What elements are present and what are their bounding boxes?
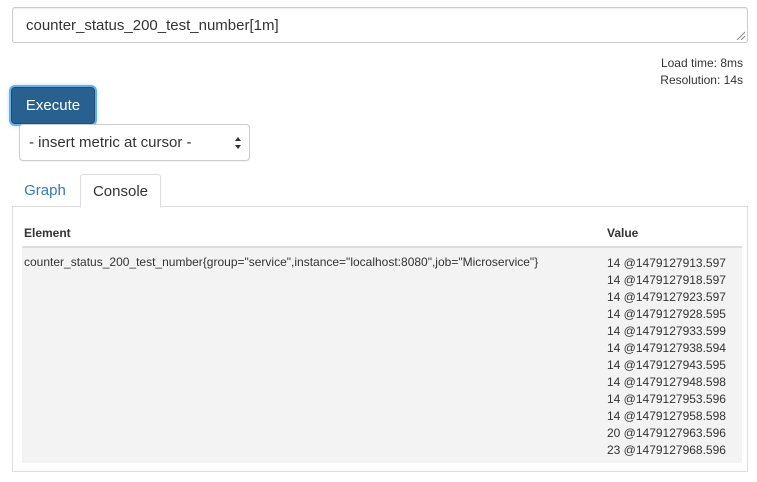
view-tabs: Graph Console [12,174,749,208]
sample-value: 14 @1479127948.598 [607,375,726,389]
expression-text[interactable]: counter_status_200_test_number[1m] [26,17,279,34]
expression-input[interactable]: counter_status_200_test_number[1m] [12,7,748,43]
insert-metric-select-value: - insert metric at cursor - [29,134,192,151]
sample-value: 14 @1479127953.596 [607,392,726,406]
resolution: Resolution: 14s [660,73,743,87]
sample-value: 20 @1479127963.596 [607,426,726,440]
resize-grip-icon[interactable] [735,30,745,40]
select-updown-icon [235,137,241,149]
sample-value: 14 @1479127933.599 [607,324,726,338]
console-panel: Element Value counter_status_200_test_nu… [12,206,748,472]
load-time: Load time: 8ms [660,56,743,70]
sample-value: 14 @1479127913.597 [607,256,726,270]
execute-button[interactable]: Execute [11,87,95,124]
tab-console[interactable]: Console [80,174,161,208]
sample-value: 23 @1479127968.596 [607,443,726,457]
query-stats: Load time: 8ms Resolution: 14s [660,55,743,89]
tab-graph[interactable]: Graph [12,174,78,207]
row-value-cell: 14 @1479127913.597 14 @1479127918.597 14… [607,255,726,459]
column-header-value: Value [607,226,639,240]
sample-value: 14 @1479127923.597 [607,290,726,304]
column-header-element: Element [24,226,71,240]
row-element-cell: counter_status_200_test_number{group="se… [24,255,539,269]
sample-value: 14 @1479127938.594 [607,341,726,355]
sample-value: 14 @1479127928.595 [607,307,726,321]
sample-value: 14 @1479127958.598 [607,409,726,423]
sample-value: 14 @1479127918.597 [607,273,726,287]
insert-metric-select[interactable]: - insert metric at cursor - [19,124,250,161]
sample-value: 14 @1479127943.595 [607,358,726,372]
